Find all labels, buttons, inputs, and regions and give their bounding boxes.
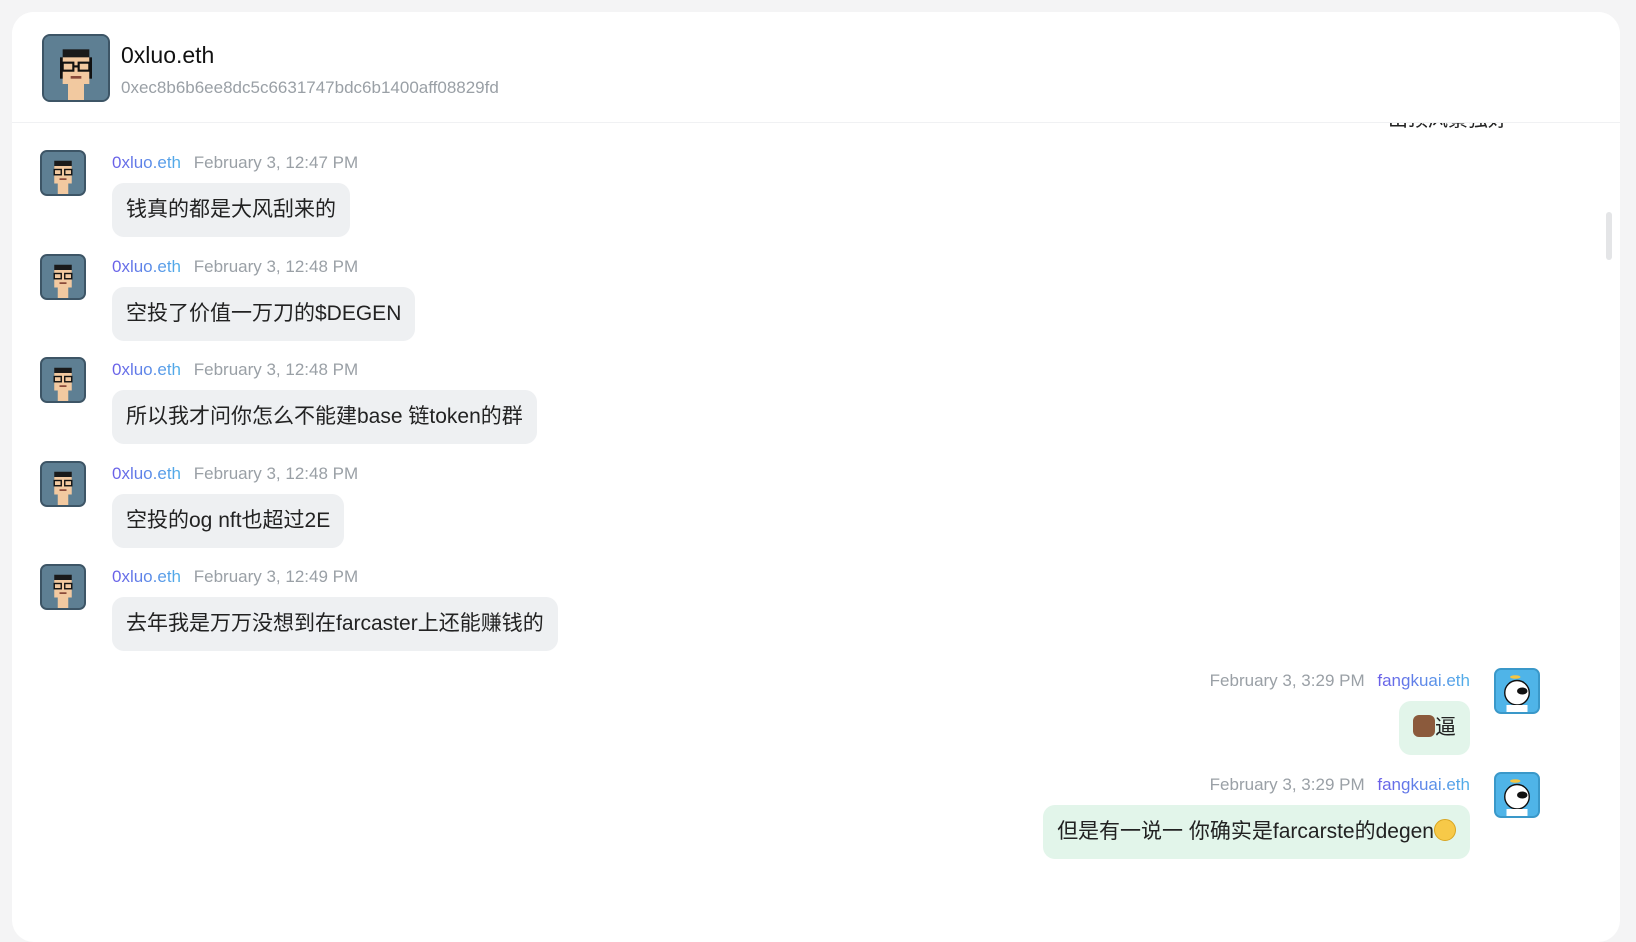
sender-avatar[interactable] (40, 357, 86, 403)
chat-panel: 0xluo.eth 0xec8b6b6ee8dc5c6631747bdc6b14… (12, 12, 1620, 942)
sender-name[interactable]: 0xluo.eth (112, 360, 181, 379)
message-meta: February 3, 3:29 PM fangkuai.eth (1210, 671, 1470, 691)
sender-name[interactable]: 0xluo.eth (112, 567, 181, 586)
sender-name[interactable]: fangkuai.eth (1377, 775, 1470, 794)
message-time: February 3, 3:29 PM (1209, 775, 1365, 794)
message-time: February 3, 12:48 PM (193, 360, 359, 379)
sender-name[interactable]: 0xluo.eth (112, 464, 181, 483)
message-time: February 3, 3:29 PM (1209, 671, 1365, 690)
message-bubble[interactable]: 去年我是万万没想到在farcaster上还能赚钱的 (112, 597, 558, 651)
sender-name[interactable]: 0xluo.eth (112, 257, 181, 276)
message-bubble[interactable]: 空投了价值一万刀的$DEGEN (112, 287, 416, 341)
contact-address: 0xec8b6b6ee8dc5c6631747bdc6b1400aff08829… (121, 78, 499, 97)
pixel-face-icon (42, 256, 84, 298)
tears-of-joy-emoji-icon (1434, 819, 1456, 841)
message-time: February 3, 12:48 PM (193, 464, 359, 483)
sender-avatar[interactable] (1494, 668, 1540, 714)
message-time: February 3, 12:49 PM (193, 567, 359, 586)
sender-avatar[interactable] (40, 150, 86, 196)
chat-header: 0xluo.eth 0xec8b6b6ee8dc5c6631747bdc6b14… (12, 12, 1620, 123)
message-time: February 3, 12:48 PM (193, 257, 359, 276)
sender-avatar[interactable] (40, 254, 86, 300)
message-bubble[interactable]: 所以我才问你怎么不能建base 链token的群 (112, 390, 537, 444)
pixel-face-icon (42, 566, 84, 608)
sender-avatar[interactable] (40, 461, 86, 507)
message-meta: 0xluo.eth February 3, 12:48 PM (112, 360, 358, 380)
cartoon-face-icon (1496, 774, 1538, 816)
pixel-face-icon (42, 152, 84, 194)
pixel-face-icon (44, 36, 108, 100)
message-meta: 0xluo.eth February 3, 12:49 PM (112, 567, 358, 587)
contact-avatar[interactable] (42, 34, 110, 102)
message-meta: 0xluo.eth February 3, 12:48 PM (112, 257, 358, 277)
contact-name: 0xluo.eth (121, 42, 215, 68)
sender-avatar[interactable] (1494, 772, 1540, 818)
message-meta: 0xluo.eth February 3, 12:48 PM (112, 464, 358, 484)
pixel-face-icon (42, 463, 84, 505)
sender-name[interactable]: fangkuai.eth (1377, 671, 1470, 690)
sender-name[interactable]: 0xluo.eth (112, 153, 181, 172)
message-time: February 3, 12:47 PM (193, 153, 359, 172)
message-bubble[interactable]: 逼 (1399, 701, 1470, 755)
message-bubble[interactable]: 钱真的都是大风刮来的 (112, 183, 350, 237)
sender-avatar[interactable] (40, 564, 86, 610)
message-bubble[interactable]: 空投的og nft也超过2E (112, 494, 345, 548)
scrollbar[interactable] (1606, 212, 1612, 260)
message-meta: 0xluo.eth February 3, 12:47 PM (112, 153, 358, 173)
message-bubble[interactable]: 但是有一说一 你确实是farcarste的degen (1043, 805, 1470, 859)
message-text: 但是有一说一 你确实是farcarste的degen (1057, 820, 1434, 843)
message-meta: February 3, 3:29 PM fangkuai.eth (1210, 775, 1470, 795)
cartoon-face-icon (1496, 670, 1538, 712)
cow-face-emoji-icon (1413, 715, 1435, 737)
pixel-face-icon (42, 359, 84, 401)
message-text: 逼 (1435, 716, 1456, 739)
